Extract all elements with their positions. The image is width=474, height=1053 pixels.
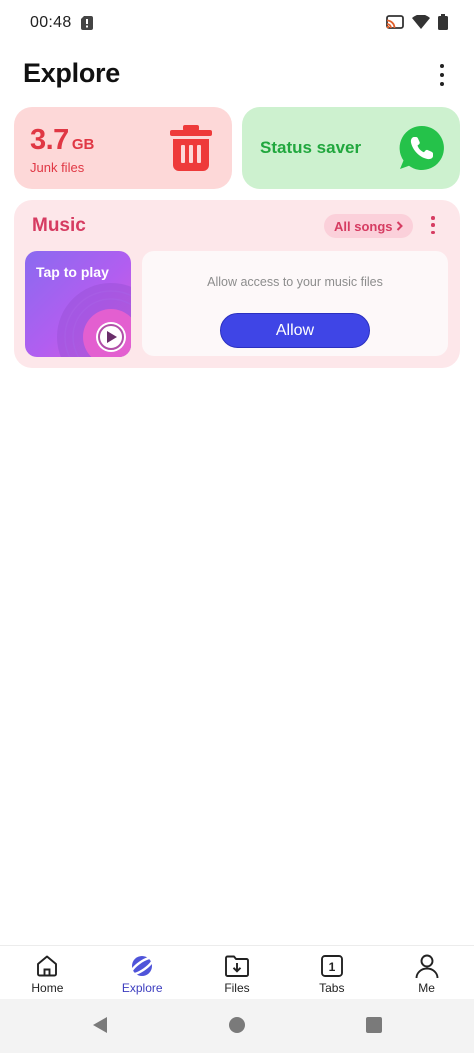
tap-to-play-tile[interactable]: Tap to play — [25, 251, 131, 357]
back-icon[interactable] — [91, 1016, 109, 1034]
allow-button[interactable]: Allow — [220, 313, 370, 348]
recent-apps-icon[interactable] — [366, 1017, 382, 1033]
home-icon — [34, 953, 60, 979]
status-icons — [386, 14, 448, 30]
more-options-icon[interactable] — [432, 62, 452, 88]
junk-size-value: 3.7 — [30, 124, 69, 156]
battery-icon — [438, 14, 448, 30]
person-icon — [414, 953, 440, 979]
nav-label-home: Home — [31, 981, 64, 995]
page-title: Explore — [23, 58, 120, 88]
whatsapp-icon — [399, 125, 444, 170]
junk-files-label: Junk files — [30, 160, 85, 175]
music-permission-text: Allow access to your music files — [207, 275, 383, 289]
status-saver-label: Status saver — [260, 138, 362, 157]
cast-icon — [386, 14, 404, 29]
music-permission-box: Allow access to your music files Allow — [142, 251, 448, 356]
status-bar: 00:48 — [0, 0, 474, 46]
junk-size-unit: GB — [71, 136, 95, 153]
trash-icon — [170, 125, 212, 171]
music-more-options-icon[interactable] — [428, 215, 438, 235]
tabs-icon: 1 — [319, 953, 345, 979]
nav-label-explore: Explore — [121, 981, 163, 995]
system-navigation-bar — [0, 999, 474, 1053]
wifi-icon — [412, 15, 430, 29]
nav-item-me[interactable]: Me — [379, 946, 474, 999]
nav-label-tabs: Tabs — [319, 981, 345, 995]
nav-label-files: Files — [224, 981, 250, 995]
nav-label-me: Me — [418, 981, 435, 995]
music-title: Music — [32, 215, 86, 236]
all-songs-label: All songs — [334, 218, 393, 234]
status-time: 00:48 — [30, 14, 72, 31]
nav-item-home[interactable]: Home — [0, 946, 95, 999]
music-card: Music All songs Tap to play Allow access… — [14, 200, 460, 368]
nav-item-tabs[interactable]: 1 Tabs — [284, 946, 379, 999]
download-folder-icon — [224, 953, 250, 979]
sim-card-icon — [81, 16, 93, 30]
nav-item-files[interactable]: Files — [190, 946, 285, 999]
chevron-right-icon — [396, 221, 403, 231]
junk-size: 3.7 GB — [30, 124, 94, 157]
status-saver-card[interactable]: Status saver — [242, 107, 460, 189]
planet-icon — [129, 953, 155, 979]
all-songs-button[interactable]: All songs — [324, 214, 413, 238]
nav-item-explore[interactable]: Explore — [95, 946, 190, 999]
junk-files-card[interactable]: 3.7 GB Junk files — [14, 107, 232, 189]
home-button-icon[interactable] — [229, 1017, 245, 1033]
bottom-navigation: Home Explore Files 1 Tabs Me — [0, 945, 474, 999]
tap-to-play-label: Tap to play — [36, 264, 109, 280]
tabs-count: 1 — [328, 960, 335, 974]
